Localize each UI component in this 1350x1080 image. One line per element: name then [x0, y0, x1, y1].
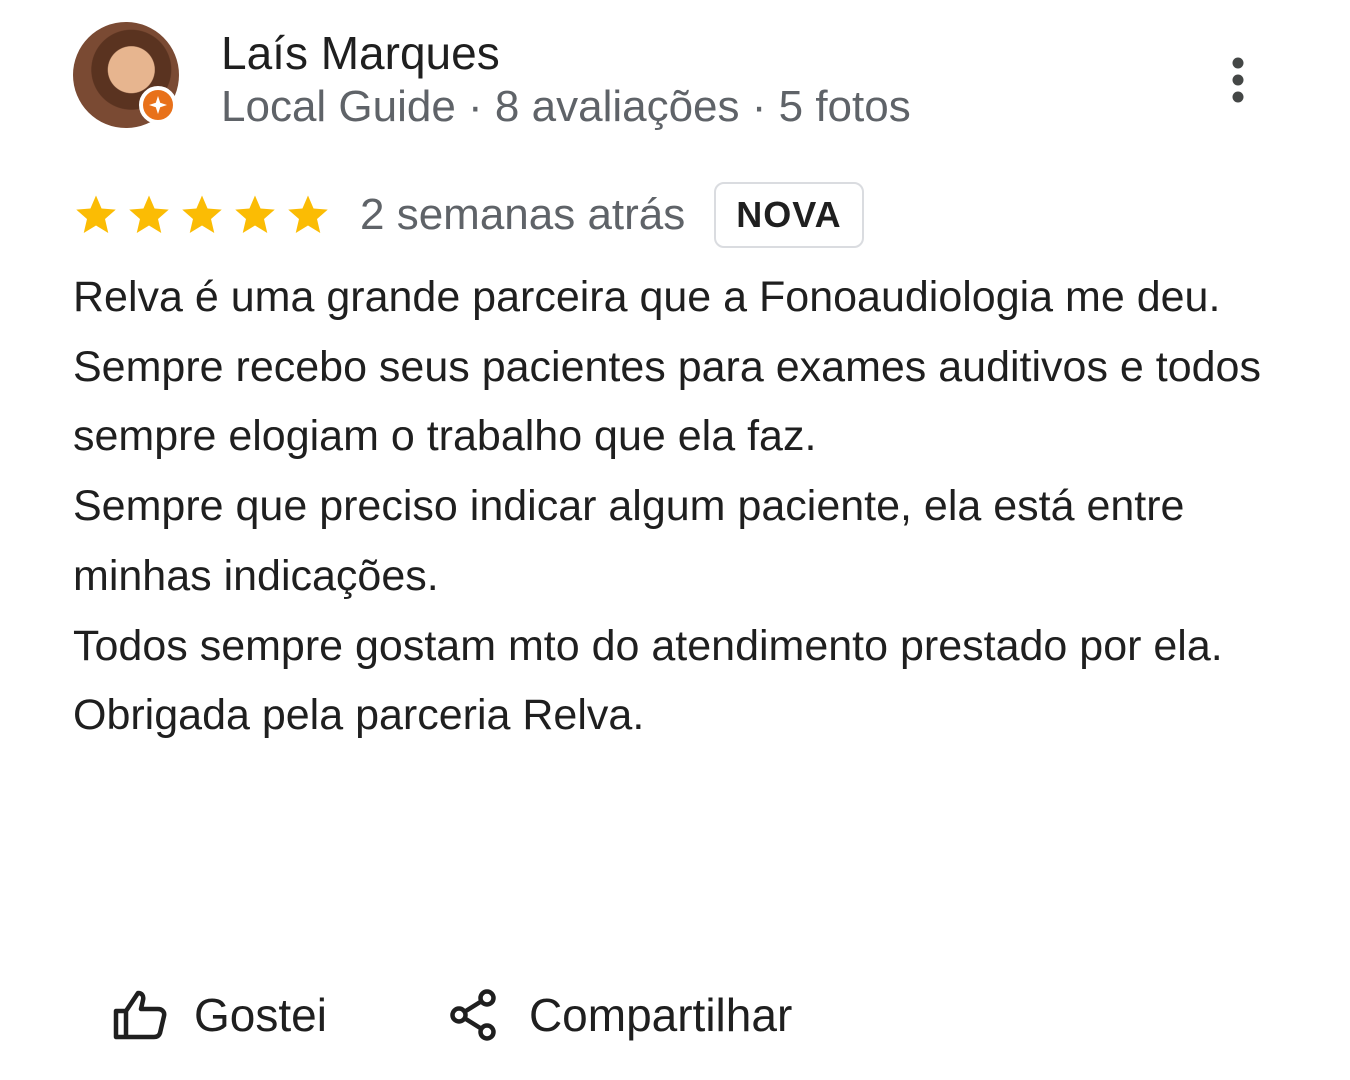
share-icon	[450, 989, 496, 1041]
reviewer-name[interactable]: Laís Marques	[221, 25, 500, 81]
review-actions: Gostei Compartilhar	[112, 980, 792, 1050]
review-text: Relva é uma grande parceira que a Fonoau…	[73, 263, 1273, 751]
thumb-up-icon	[113, 990, 167, 1040]
more-options-button[interactable]	[1214, 52, 1262, 108]
star-rating	[73, 192, 338, 238]
more-vert-icon	[1232, 57, 1244, 103]
review-paragraph: Relva é uma grande parceira que a Fonoau…	[73, 273, 1261, 461]
like-button[interactable]: Gostei	[112, 987, 327, 1043]
local-guide-icon	[139, 86, 177, 124]
like-label: Gostei	[194, 989, 327, 1041]
star-icon	[182, 195, 222, 234]
review-date: 2 semanas atrás	[360, 190, 686, 239]
star-icon	[235, 195, 275, 234]
star-icon	[288, 195, 328, 234]
review-card: Laís Marques Local Guide · 8 avaliações …	[0, 0, 1350, 1080]
review-paragraph: Todos sempre gostam mto do atendimento p…	[73, 621, 1223, 670]
review-paragraph: Sempre que preciso indicar algum pacient…	[73, 482, 1185, 600]
avatar[interactable]	[73, 22, 181, 130]
share-button[interactable]: Compartilhar	[449, 987, 792, 1043]
share-label: Compartilhar	[528, 989, 793, 1041]
star-icon	[129, 195, 169, 234]
reviewer-meta[interactable]: Local Guide · 8 avaliações · 5 fotos	[221, 80, 911, 134]
rating-row: 2 semanas atrás NOVA	[73, 180, 864, 250]
star-icon	[76, 195, 116, 234]
review-paragraph: Obrigada pela parceria Relva.	[73, 691, 645, 740]
new-badge: NOVA	[714, 182, 864, 248]
